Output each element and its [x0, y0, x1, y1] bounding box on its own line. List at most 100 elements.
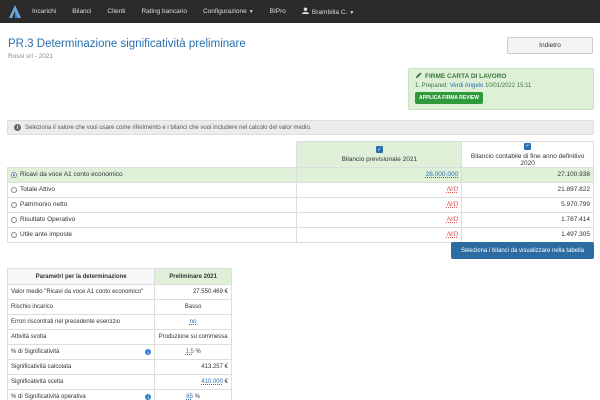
- nav-configurazione[interactable]: Configurazione ▼: [203, 8, 254, 15]
- include-contabile-checkbox[interactable]: ✓: [524, 142, 532, 150]
- table-row: Utile ante imposte N/D 1.497.305: [6, 226, 594, 243]
- row-label: Risultato Operativo: [11, 216, 293, 223]
- row-label-cell: Patrimonio netto: [6, 196, 298, 213]
- prepared-date: 10/01/2022 15:11: [485, 83, 532, 89]
- value-cell-a: N/D: [296, 226, 463, 243]
- nav-bipro[interactable]: BIPro: [270, 8, 286, 15]
- user-icon: [301, 7, 309, 16]
- reference-radio[interactable]: [11, 186, 17, 193]
- row-label-text: Risultato Operativo: [20, 216, 76, 223]
- param-label-cell: % di Significatività operativa i: [6, 389, 156, 400]
- app-logo-icon[interactable]: [6, 3, 24, 21]
- nav-user-menu[interactable]: Brambilla C. ▼: [301, 7, 355, 16]
- params-header-key: Parametri per la determinazione: [6, 268, 156, 285]
- table-row: % di Significatività i 1,5 %: [6, 344, 232, 360]
- column-header-contabile: ✓ Bilancio contabile di fine anno defini…: [461, 141, 594, 168]
- info-icon[interactable]: i: [145, 394, 152, 400]
- nav-clienti[interactable]: Clienti: [107, 8, 125, 15]
- nd-value[interactable]: N/D: [447, 201, 458, 208]
- column-header-previsionale: ✓ Bilancio previsionale 2021: [296, 141, 463, 168]
- params-header-row: Parametri per la determinazione Prelimin…: [6, 268, 232, 285]
- value-cell-b: 5.970.799: [461, 196, 594, 213]
- table-row: Ricavi da voce A1 conto economico 28.000…: [6, 166, 594, 183]
- reference-radio[interactable]: [11, 201, 17, 208]
- table-row: Valor medio "Ricavi da voce A1 conto eco…: [6, 284, 232, 300]
- param-label: Significatività calcolata: [6, 359, 156, 375]
- param-label: Attività svolta: [6, 329, 156, 345]
- firme-panel: FIRME CARTA DI LAVORO 1. Prepared: Verdi…: [408, 68, 594, 110]
- table-header-row: ✓ Bilancio previsionale 2021 ✓ Bilancio …: [7, 141, 594, 168]
- include-previsionale-checkbox[interactable]: ✓: [375, 146, 383, 153]
- value-cell-b: 27.100.938: [461, 166, 594, 183]
- params-header-value: Preliminare 2021: [154, 268, 232, 285]
- row-label: Ricavi da voce A1 conto economico: [11, 171, 293, 178]
- apply-review-signature-button[interactable]: APPLICA FIRMA REVIEW: [415, 92, 483, 104]
- back-button[interactable]: Indietro: [507, 37, 593, 54]
- table-row: Attività svolta Produzione su commessa: [6, 329, 232, 345]
- pen-icon: [415, 72, 422, 81]
- prepared-name-link[interactable]: Verdi Angelo: [450, 83, 484, 89]
- column-b-label: Bilancio contabile di fine anno definiti…: [470, 152, 585, 167]
- value-cell-b: 1.787.414: [461, 211, 594, 228]
- top-navbar: Incarichi Bilanci Clienti Rating bancari…: [0, 0, 600, 23]
- row-label-cell: Ricavi da voce A1 conto economico: [6, 166, 298, 183]
- table-row: Risultato Operativo N/D 1.787.414: [6, 211, 594, 228]
- nav-rating-bancario[interactable]: Rating bancario: [141, 8, 187, 15]
- nd-value[interactable]: N/D: [447, 231, 458, 238]
- info-icon[interactable]: i: [145, 349, 152, 355]
- errors-value-link[interactable]: no: [190, 319, 197, 325]
- table-row: Rischio incarico Basso: [6, 299, 232, 315]
- row-label: Totale Attivo: [11, 186, 293, 193]
- table-row: Errori riscontrati nel precedente eserci…: [6, 314, 232, 330]
- param-label: % di Significatività operativa: [11, 394, 86, 400]
- nav-bilanci[interactable]: Bilanci: [72, 8, 91, 15]
- significance-percent-link[interactable]: 1,5: [185, 349, 193, 355]
- reference-radio[interactable]: [11, 171, 17, 178]
- nav-configurazione-label: Configurazione: [202, 8, 247, 15]
- value-cell-a: N/D: [296, 181, 463, 198]
- info-icon: i: [14, 124, 21, 131]
- info-alert: i Seleziona il valore che vuoi usare com…: [7, 120, 594, 135]
- row-label: Utile ante imposte: [11, 231, 293, 238]
- page-title: PR.3 Determinazione significatività prel…: [8, 38, 246, 50]
- prepared-prefix: 1. Prepared:: [415, 83, 449, 89]
- param-value: 27.550.469 €: [154, 284, 232, 300]
- cb-wrap-b: ✓: [465, 142, 590, 150]
- param-label: Valor medio "Ricavi da voce A1 conto eco…: [6, 284, 156, 300]
- param-value: Produzione su commessa: [154, 329, 232, 345]
- param-value-cell: no: [154, 314, 232, 330]
- table-row: Patrimonio netto N/D 5.970.799: [6, 196, 594, 213]
- chosen-significance-link[interactable]: 410.000: [201, 379, 223, 385]
- empty-header-cell: [7, 141, 298, 168]
- param-value: Basso: [154, 299, 232, 315]
- param-value-cell: 1,5 %: [154, 344, 232, 360]
- value-cell-a: N/D: [296, 211, 463, 228]
- page-subtitle: Rossi srl - 2021: [8, 53, 54, 60]
- firme-title-row: FIRME CARTA DI LAVORO: [415, 72, 587, 81]
- editable-value[interactable]: 28.000.000: [426, 171, 459, 178]
- info-text: Seleziona il valore che vuoi usare come …: [25, 124, 312, 131]
- value-cell-a: 28.000.000: [296, 166, 463, 183]
- cb-wrap-a: ✓: [300, 146, 458, 153]
- row-label: Patrimonio netto: [11, 201, 293, 208]
- caret-down-icon: ▼: [349, 10, 355, 16]
- param-value: 413.257 €: [154, 359, 232, 375]
- percent-suffix: %: [195, 349, 201, 355]
- reference-radio[interactable]: [11, 216, 17, 223]
- operative-percent-link[interactable]: 85: [186, 394, 193, 400]
- nd-value[interactable]: N/D: [447, 216, 458, 223]
- param-value-cell: 410.000 €: [154, 374, 232, 390]
- param-label: Significatività scelta: [6, 374, 156, 390]
- param-label: % di Significatività: [11, 349, 60, 355]
- row-label-text: Patrimonio netto: [20, 201, 68, 208]
- row-label-cell: Utile ante imposte: [6, 226, 298, 243]
- nd-value[interactable]: N/D: [447, 186, 458, 193]
- table-row: Significatività scelta 410.000 €: [6, 374, 232, 390]
- reference-values-table: ✓ Bilancio previsionale 2021 ✓ Bilancio …: [6, 141, 594, 243]
- reference-radio[interactable]: [11, 231, 17, 238]
- value-cell-a: N/D: [296, 196, 463, 213]
- nav-incarichi[interactable]: Incarichi: [32, 8, 56, 15]
- param-label-cell: % di Significatività i: [6, 344, 156, 360]
- firme-prepared: 1. Prepared: Verdi Angelo 10/01/2022 15:…: [415, 83, 587, 89]
- select-balances-button[interactable]: Seleziona i bilanci da visualizzare nell…: [451, 242, 594, 259]
